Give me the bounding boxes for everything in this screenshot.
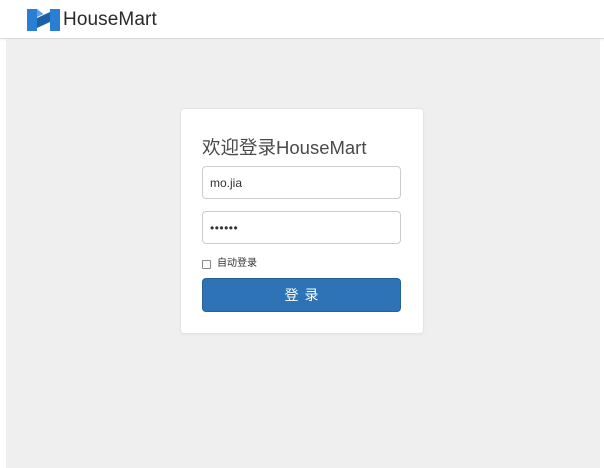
housemart-h-logo-icon: [27, 9, 60, 31]
login-button[interactable]: 登录: [202, 278, 401, 312]
brand-name: HouseMart: [63, 9, 157, 30]
auto-login-option[interactable]: 自动登录: [202, 257, 257, 271]
login-panel: 欢迎登录HouseMart 自动登录 登录: [180, 108, 424, 334]
password-input[interactable]: [202, 211, 401, 244]
main-content: 欢迎登录HouseMart 自动登录 登录: [6, 39, 600, 468]
top-navbar: HouseMart: [0, 0, 604, 39]
login-title: 欢迎登录HouseMart: [202, 137, 367, 158]
brand-logo[interactable]: HouseMart: [27, 9, 157, 31]
username-input[interactable]: [202, 166, 401, 199]
auto-login-label: 自动登录: [217, 258, 257, 269]
auto-login-checkbox[interactable]: [202, 259, 211, 269]
